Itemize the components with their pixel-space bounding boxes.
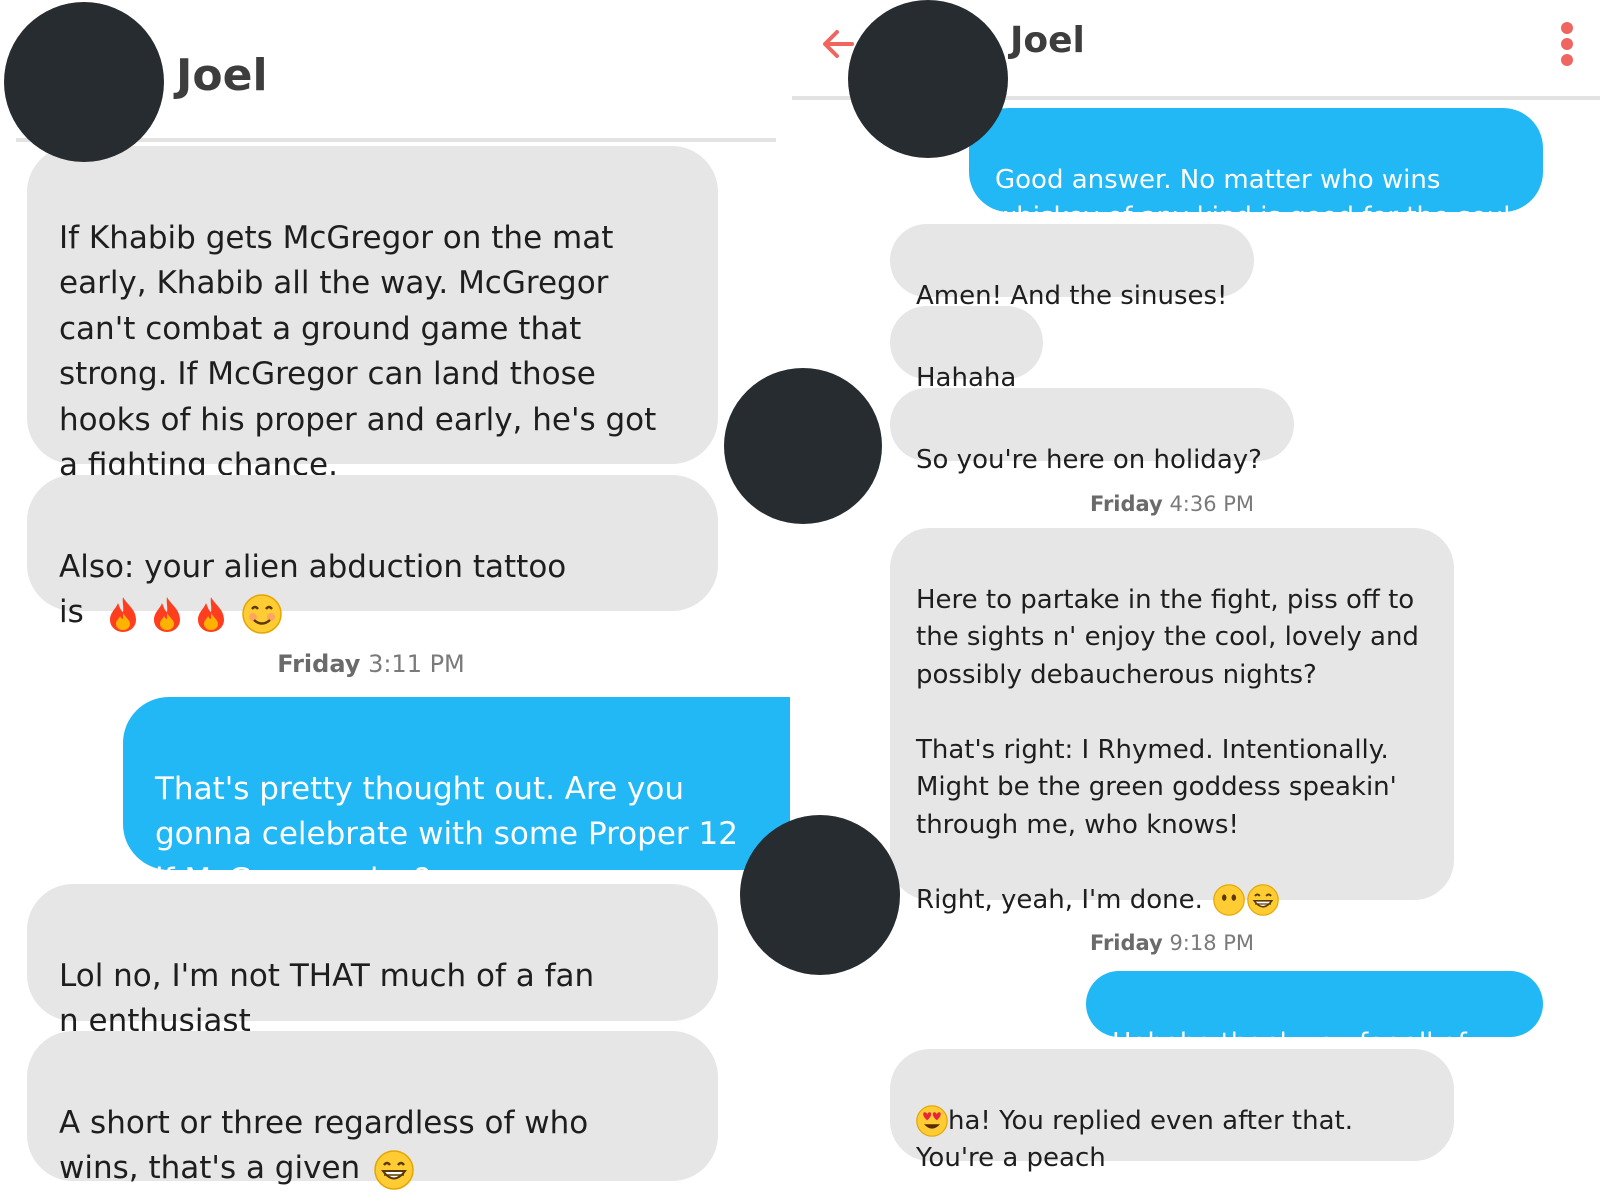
message-bubble-incoming[interactable]: Lol no, I'm not THAT much of a fan n ent… — [27, 884, 718, 1039]
contact-name: Joel — [176, 50, 268, 101]
smiling-face-icon — [241, 593, 282, 634]
message-bubble-outgoing[interactable]: Good answer. No matter who wins whiskey … — [969, 108, 1543, 232]
message-bubble-incoming[interactable]: Amen! And the sinuses! — [890, 224, 1254, 311]
fire-icon — [194, 595, 228, 633]
timestamp: Friday 3:11 PM — [277, 650, 465, 678]
message-text: A short or three regardless of who wins,… — [59, 1104, 589, 1187]
message-bubble-incoming[interactable]: Hahaha — [890, 306, 1043, 393]
message-bubble-outgoing[interactable]: That's pretty thought out. Are you gonna… — [123, 697, 790, 898]
neutral-face-icon — [1213, 884, 1245, 916]
grinning-face-icon — [374, 1149, 414, 1190]
fire-icon — [150, 595, 184, 633]
redaction-circle — [740, 815, 900, 975]
message-text: ha! You replied even after that. You're … — [916, 1105, 1353, 1174]
timestamp: Friday 9:18 PM — [1089, 931, 1255, 955]
redacted-avatar — [848, 0, 1008, 158]
grinning-face-icon — [1247, 884, 1279, 916]
message-text: Lol no, I'm not THAT much of a fan n ent… — [59, 957, 595, 1040]
message-bubble-incoming[interactable]: If Khabib gets McGregor on the mat early… — [27, 146, 718, 483]
message-text: So you're here on holiday? — [916, 444, 1262, 475]
redacted-avatar — [4, 2, 164, 162]
fire-icon — [106, 595, 140, 633]
message-text: If Khabib gets McGregor on the mat early… — [59, 219, 657, 484]
message-text: That's pretty thought out. Are you gonna… — [155, 770, 738, 898]
message-bubble-incoming[interactable]: Here to partake in the fight, piss off t… — [890, 528, 1454, 916]
timestamp: Friday 4:36 PM — [1089, 492, 1255, 516]
contact-name: Joel — [1010, 20, 1085, 61]
message-bubble-incoming[interactable]: So you're here on holiday? — [890, 388, 1294, 475]
message-bubble-incoming[interactable]: Also: your alien abduction tattoo is — [27, 475, 718, 634]
right-conversation-panel: Joel Good answer. No matter who wins whi… — [792, 0, 1600, 1200]
heart-eyes-face-icon — [916, 1105, 948, 1137]
more-options-icon[interactable] — [1560, 22, 1574, 68]
message-text: Good answer. No matter who wins whiskey … — [995, 164, 1511, 233]
message-bubble-incoming[interactable]: ha! You replied even after that. You're … — [890, 1049, 1454, 1173]
message-text: Here to partake in the fight, piss off t… — [916, 584, 1419, 915]
message-bubble-outgoing[interactable]: Hahaha thank you for all of that — [1086, 971, 1543, 1095]
message-bubble-incoming[interactable]: A short or three regardless of who wins,… — [27, 1031, 718, 1190]
redaction-circle — [724, 368, 882, 524]
left-conversation-panel: Joel If Khabib gets McGregor on the mat … — [0, 0, 790, 1200]
